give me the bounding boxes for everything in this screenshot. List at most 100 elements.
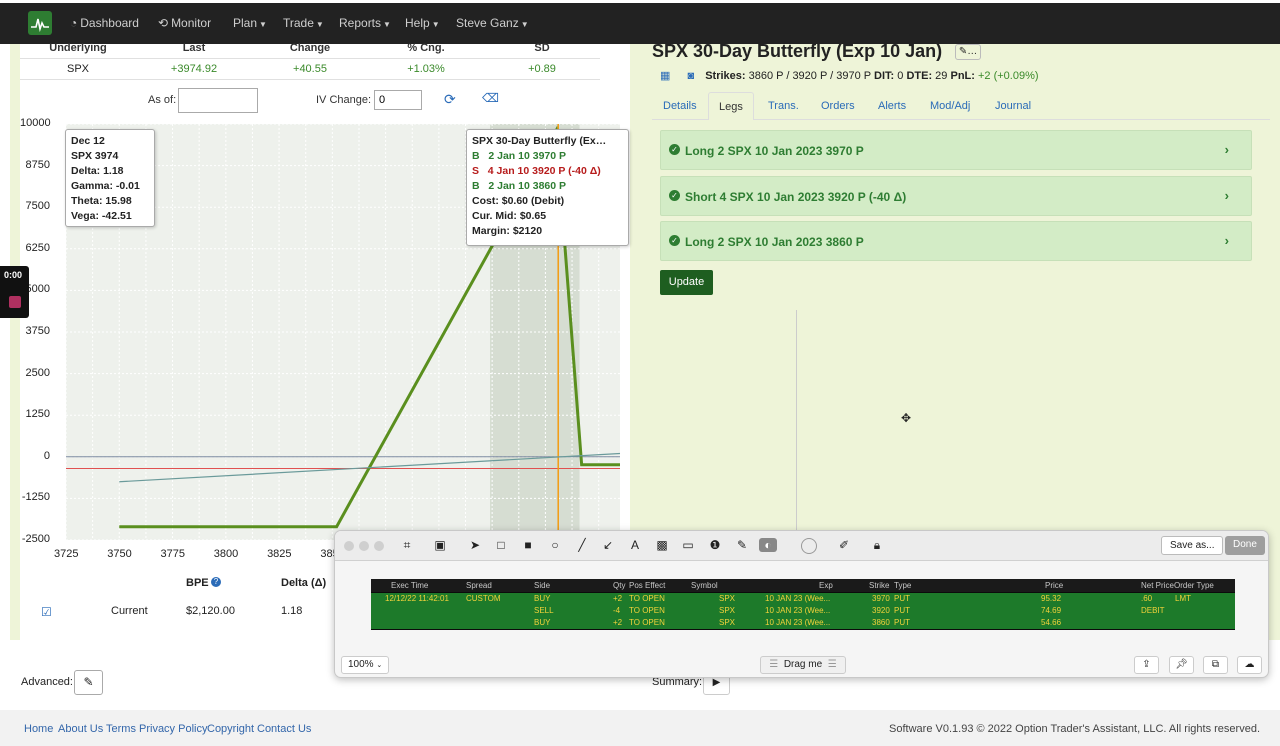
orders-header: Exec Time Spread Side Qty Pos Effect Symbol Ex…: [371, 579, 1235, 592]
footer-link-about[interactable]: About Us: [58, 723, 103, 735]
image-icon[interactable]: ▣: [431, 538, 449, 552]
tab-trans[interactable]: Trans.: [768, 100, 799, 112]
orders-cell-price: 74.69: [1041, 606, 1062, 615]
nav-plan[interactable]: Plan ▼: [233, 16, 267, 30]
orders-header-cell[interactable]: Order Type: [1174, 581, 1214, 590]
orders-header-cell[interactable]: Pos Effect: [629, 581, 665, 590]
tooltip-leg-3: B 2 Jan 10 3860 P: [472, 179, 623, 194]
window-zoom-dot[interactable]: [374, 541, 384, 551]
y-tick-label: 3750: [25, 325, 50, 337]
footer: Home About Us Terms Privacy Policy Copyr…: [0, 710, 1280, 746]
tab-alerts[interactable]: Alerts: [878, 100, 906, 112]
tab-orders[interactable]: Orders: [821, 100, 855, 112]
nav-user[interactable]: Steve Ganz ▼: [456, 16, 529, 30]
check-circle-icon: ✓: [669, 144, 680, 155]
orders-cell-type: PUT: [894, 618, 910, 627]
orders-header-cell[interactable]: Symbol: [691, 581, 718, 590]
orders-header-cell[interactable]: Price: [1045, 581, 1063, 590]
update-button[interactable]: Update: [660, 270, 713, 295]
edit-icon[interactable]: ✎: [74, 670, 103, 695]
orders-cell-symbol: SPX: [719, 618, 736, 627]
nav-monitor[interactable]: ⟲ Monitor: [158, 16, 211, 30]
crop-icon[interactable]: ⌗: [398, 538, 416, 553]
arrow-icon[interactable]: ↙: [599, 538, 617, 552]
text-icon[interactable]: A: [626, 538, 644, 552]
app-logo[interactable]: [28, 11, 52, 35]
copy-icon[interactable]: ⧉: [1203, 656, 1228, 674]
leg-row-3[interactable]: ✓ Long 2 SPX 10 Jan 2023 3860 P ›: [660, 221, 1252, 261]
tab-details[interactable]: Details: [663, 100, 697, 112]
circle-icon[interactable]: ○: [546, 538, 564, 552]
caret-down-icon: ▼: [259, 20, 267, 29]
leg-text: 2 Jan 10 3860 P: [488, 180, 567, 192]
share-icon[interactable]: ⇪: [1134, 656, 1159, 674]
orders-row[interactable]: SELL -4 TO OPEN SPX 10 JAN 23 (Wee... 3920 PUT…: [371, 605, 1235, 617]
tooltip-leg-1: B 2 Jan 10 3970 P: [472, 149, 623, 164]
footer-link-terms[interactable]: Terms: [106, 723, 136, 735]
edit-trade-icon[interactable]: ✎…: [955, 44, 982, 61]
window-close-dot[interactable]: [344, 541, 354, 551]
greeks-tooltip: Dec 12 SPX 3974 Delta: 1.18 Gamma: -0.01…: [65, 129, 155, 227]
footer-link-privacy[interactable]: Privacy Policy: [139, 723, 207, 735]
orders-header-cell[interactable]: Net Price: [1141, 581, 1174, 590]
orders-row[interactable]: BUY +2 TO OPEN SPX 10 JAN 23 (Wee... 3860 PUT 5…: [371, 617, 1235, 629]
help-icon[interactable]: ?: [211, 577, 221, 587]
orders-header-cell[interactable]: Spread: [466, 581, 492, 590]
nav-help[interactable]: Help ▼: [405, 16, 440, 30]
as-of-input[interactable]: [178, 88, 258, 113]
camera-icon[interactable]: ◙: [687, 70, 694, 82]
highlight-icon[interactable]: ▭: [679, 538, 697, 552]
zoom-select[interactable]: 100% ⌄: [341, 656, 390, 674]
chevron-right-icon: ›: [1224, 233, 1229, 248]
pixelate-icon[interactable]: ▩: [653, 538, 671, 552]
footer-link-home[interactable]: Home: [24, 723, 53, 735]
pin-icon[interactable]: 📌︎: [1169, 656, 1194, 674]
underlying-row: SPX +3974.92 +40.55 +1.03% +0.89: [20, 58, 600, 80]
orders-header-cell[interactable]: Strike: [869, 581, 889, 590]
orders-row[interactable]: 12/12/22 11:42:01 CUSTOM BUY +2 TO OPEN SPX 10…: [371, 593, 1235, 605]
orders-cell-exp: 10 JAN 23 (Wee...: [765, 618, 831, 627]
blur-icon[interactable]: ◐: [759, 538, 777, 552]
eraser-icon[interactable]: ⌫: [482, 91, 499, 105]
bpe-value: $2,120.00: [186, 605, 235, 617]
rectangle-icon[interactable]: □: [492, 538, 510, 552]
delta-value: 1.18: [281, 605, 303, 617]
stop-record-icon[interactable]: [9, 296, 21, 308]
leg-row-1[interactable]: ✓ Long 2 SPX 10 Jan 2023 3970 P ›: [660, 130, 1252, 170]
color-picker-icon[interactable]: [801, 538, 817, 554]
tab-legs[interactable]: Legs: [708, 92, 754, 121]
orders-header-cell[interactable]: Type: [894, 581, 911, 590]
lock-icon[interactable]: 🔒︎: [868, 538, 886, 553]
nav-dashboard[interactable]: ◔ Dashboard: [70, 16, 139, 30]
drag-handle[interactable]: ☰ Drag me ☰: [760, 656, 846, 674]
save-as-button[interactable]: Save as...: [1161, 536, 1224, 555]
orders-header-cell[interactable]: Exp: [819, 581, 833, 590]
tab-mod-adj[interactable]: Mod/Adj: [930, 100, 970, 112]
nav-reports[interactable]: Reports ▼: [339, 16, 391, 30]
tab-journal[interactable]: Journal: [995, 100, 1031, 112]
leg-row-2[interactable]: ✓ Short 4 SPX 10 Jan 2023 3920 P (-40 Δ)…: [660, 176, 1252, 216]
footer-link-copyright[interactable]: Copyright: [207, 723, 254, 735]
counter-icon[interactable]: ❶: [706, 538, 724, 552]
underlying-header: Underlying Last Change % Cng. SD: [20, 38, 600, 58]
orders-header-cell[interactable]: Qty: [613, 581, 625, 590]
orders-header-cell[interactable]: Exec Time: [391, 581, 428, 590]
grid-icon[interactable]: ▦: [660, 70, 670, 82]
stroke-icon[interactable]: ✐: [835, 538, 853, 552]
grip-icon: ☰: [769, 659, 779, 670]
dit-value: 0: [897, 70, 904, 82]
nav-trade[interactable]: Trade ▼: [283, 16, 324, 30]
iv-change-input[interactable]: [374, 90, 422, 110]
footer-link-contact[interactable]: Contact Us: [257, 723, 311, 735]
window-minimize-dot[interactable]: [359, 541, 369, 551]
pointer-icon[interactable]: ➤: [466, 538, 484, 552]
done-button[interactable]: Done: [1225, 536, 1265, 555]
line-icon[interactable]: ╱: [573, 538, 591, 552]
cloud-upload-icon[interactable]: ☁: [1237, 656, 1262, 674]
orders-cell-symbol: SPX: [719, 594, 736, 603]
checkbox-icon[interactable]: ☑: [41, 605, 52, 619]
filled-rect-icon[interactable]: ■: [519, 538, 537, 552]
refresh-icon[interactable]: ⟳: [444, 91, 456, 108]
pencil-icon[interactable]: ✎: [733, 538, 751, 552]
orders-header-cell[interactable]: Side: [534, 581, 550, 590]
